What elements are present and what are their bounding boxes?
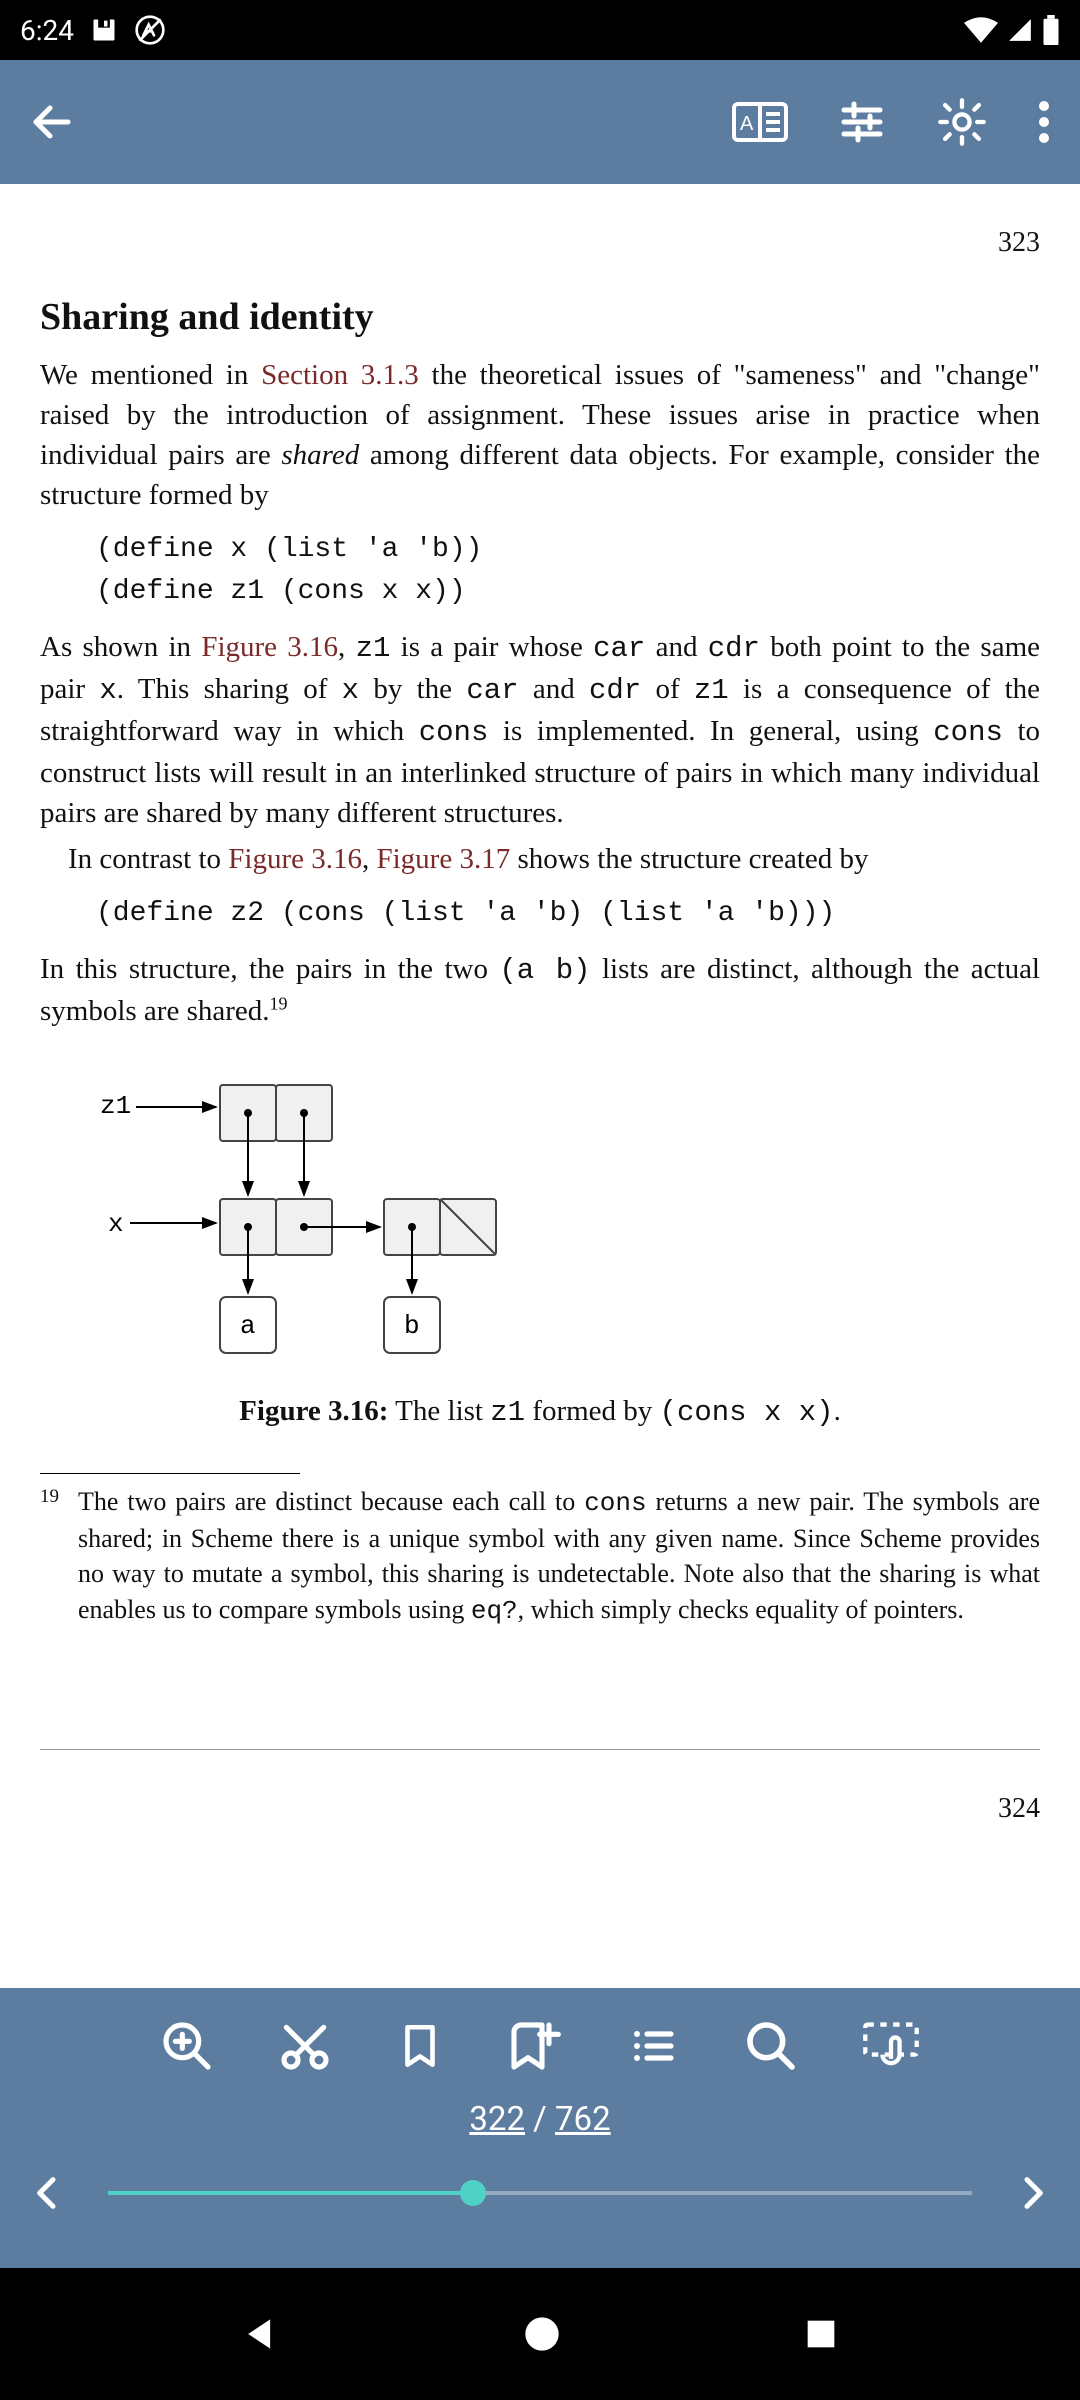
figure-316: z1 x a b: [40, 1071, 1040, 1361]
page-number-next: 324: [40, 1790, 1040, 1829]
bookmark-add-icon[interactable]: [507, 2018, 563, 2074]
nav-recent-icon[interactable]: [801, 2314, 841, 2354]
link-fig316a[interactable]: Figure 3.16: [201, 631, 338, 663]
figure-caption: Figure 3.16: The list z1 formed by (cons…: [40, 1391, 1040, 1433]
page-indicator[interactable]: 322 / 762: [0, 2100, 1080, 2139]
next-page-icon[interactable]: [1012, 2165, 1052, 2221]
nav-back-icon[interactable]: [239, 2312, 283, 2356]
signal-icon: [1006, 17, 1034, 43]
cut-icon[interactable]: [277, 2018, 333, 2074]
fig-label-a: a: [240, 1311, 256, 1341]
noads-icon: [134, 14, 166, 46]
section-title: Sharing and identity: [40, 291, 1040, 343]
code-block-1: (define x (list 'a 'b)) (define z1 (cons…: [96, 529, 1040, 613]
nav-home-icon[interactable]: [522, 2314, 562, 2354]
search-icon[interactable]: [743, 2018, 799, 2074]
prev-page-icon[interactable]: [28, 2165, 68, 2221]
save-icon: [90, 16, 118, 44]
navigation-bar: [0, 2268, 1080, 2400]
fig-label-z1: z1: [100, 1091, 131, 1121]
footnote-rule: [40, 1473, 300, 1474]
status-time: 6:24: [20, 14, 74, 47]
back-icon[interactable]: [28, 98, 76, 146]
more-icon[interactable]: [1036, 98, 1052, 146]
page-content[interactable]: 323 Sharing and identity We mentioned in…: [0, 184, 1080, 1988]
paragraph-1: We mentioned in Section 3.1.3 the theore…: [40, 355, 1040, 515]
link-section-313[interactable]: Section 3.1.3: [261, 359, 419, 391]
bookmark-icon[interactable]: [395, 2018, 445, 2074]
gear-icon[interactable]: [936, 96, 988, 148]
paragraph-2: As shown in Figure 3.16, z1 is a pair wh…: [40, 627, 1040, 833]
code-block-2: (define z2 (cons (list 'a 'b) (list 'a '…: [96, 893, 1040, 935]
paragraph-4: In this structure, the pairs in the two …: [40, 949, 1040, 1031]
page-number-top: 323: [40, 224, 1040, 263]
wifi-icon: [964, 17, 998, 43]
paragraph-3: In contrast to Figure 3.16, Figure 3.17 …: [40, 839, 1040, 879]
page-slider[interactable]: [108, 2191, 972, 2195]
zoom-in-icon[interactable]: [159, 2018, 215, 2074]
touch-icon[interactable]: [861, 2018, 921, 2074]
top-toolbar: A: [0, 60, 1080, 184]
reading-mode-icon[interactable]: A: [732, 98, 788, 146]
fig-label-x: x: [108, 1209, 124, 1239]
footnote-19: 19 The two pairs are distinct because ea…: [40, 1484, 1040, 1628]
link-fig317[interactable]: Figure 3.17: [376, 843, 510, 875]
page-divider: 324: [40, 1749, 1040, 1829]
status-bar: 6:24: [0, 0, 1080, 60]
bottom-toolbar: 322 / 762: [0, 1988, 1080, 2268]
slider-thumb[interactable]: [460, 2180, 486, 2206]
link-fig316b[interactable]: Figure 3.16: [228, 843, 362, 875]
toc-icon[interactable]: [625, 2018, 681, 2074]
battery-icon: [1042, 15, 1060, 45]
fig-label-b: b: [404, 1311, 420, 1341]
tune-icon[interactable]: [836, 98, 888, 146]
svg-text:A: A: [740, 113, 754, 135]
